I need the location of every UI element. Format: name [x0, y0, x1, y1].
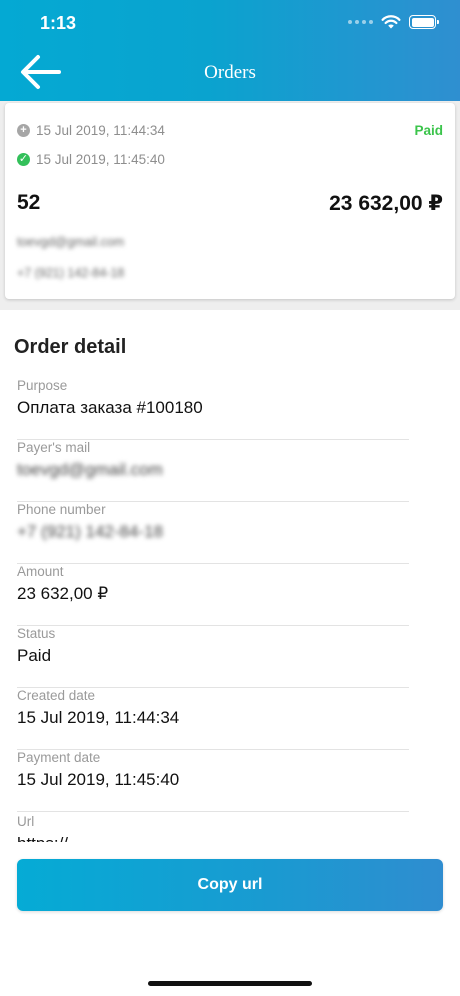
field-amount: Amount 23 632,00 ₽: [17, 564, 409, 626]
field-value: 23 632,00 ₽: [17, 584, 109, 603]
field-label: Status: [17, 626, 56, 641]
field-payment-date: Payment date 15 Jul 2019, 11:45:40: [17, 750, 409, 812]
field-value: toevgd@gmail.com: [17, 460, 163, 479]
wifi-icon: [381, 15, 401, 29]
field-label: Created date: [17, 688, 96, 703]
field-value: https://...: [17, 834, 82, 842]
paid-date: 15 Jul 2019, 11:45:40: [36, 152, 165, 167]
plus-circle-icon: +: [17, 124, 30, 137]
field-value: Paid: [17, 646, 52, 665]
page-title: Orders: [204, 62, 256, 83]
field-label: Payment date: [17, 750, 101, 765]
home-indicator: [148, 981, 312, 986]
field-url: Url https://...: [17, 814, 447, 842]
field-value: 15 Jul 2019, 11:44:34: [17, 708, 180, 727]
field-purpose: Purpose Оплата заказа #100180: [17, 378, 409, 440]
created-date-row: + 15 Jul 2019, 11:44:34: [17, 123, 165, 138]
field-value: +7 (921) 142-84-18: [17, 522, 164, 541]
field-created-date: Created date 15 Jul 2019, 11:44:34: [17, 688, 409, 750]
field-value: Оплата заказа #100180: [17, 398, 203, 417]
order-amount: 23 632,00 ₽: [329, 192, 443, 215]
check-circle-icon: ✓: [17, 153, 30, 166]
field-label: Purpose: [17, 378, 68, 393]
status-badge: Paid: [414, 123, 443, 138]
battery-icon: [409, 15, 439, 29]
field-label: Url: [17, 814, 35, 829]
order-number: 52: [17, 191, 41, 214]
section-title: Order detail: [14, 336, 127, 358]
field-payer-mail: Payer's mail toevgd@gmail.com: [17, 440, 409, 502]
signal-icon: [348, 20, 373, 24]
field-label: Payer's mail: [17, 440, 91, 455]
payer-phone: +7 (921) 142-84-18: [17, 266, 125, 280]
status-time: 1:13: [40, 13, 77, 33]
header: 1:13 Orders: [0, 0, 460, 101]
paid-date-row: ✓ 15 Jul 2019, 11:45:40: [17, 152, 165, 167]
payer-email: toevgd@gmail.com: [17, 235, 125, 249]
field-label: Phone number: [17, 502, 106, 517]
field-phone-number: Phone number +7 (921) 142-84-18: [17, 502, 409, 564]
field-status: Status Paid: [17, 626, 409, 688]
created-date: 15 Jul 2019, 11:44:34: [36, 123, 165, 138]
order-summary-card[interactable]: + 15 Jul 2019, 11:44:34 ✓ 15 Jul 2019, 1…: [5, 103, 455, 299]
status-icons: [348, 15, 439, 29]
field-value: 15 Jul 2019, 11:45:40: [17, 770, 180, 789]
copy-url-button[interactable]: Copy url: [17, 859, 443, 911]
field-label: Amount: [17, 564, 64, 579]
